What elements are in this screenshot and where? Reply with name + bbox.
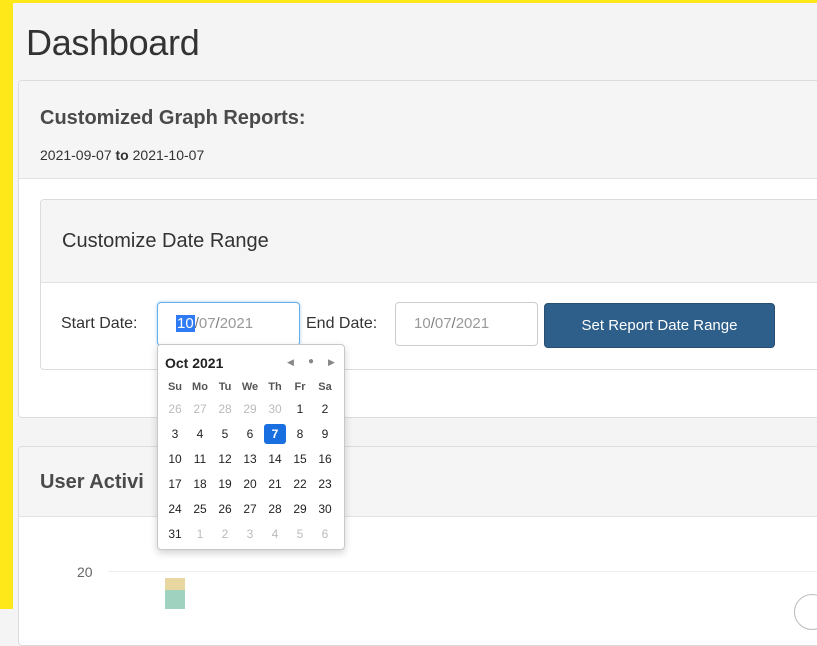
yellow-edge-top (0, 0, 817, 3)
calendar-day[interactable]: 6 (239, 424, 261, 444)
calendar-day[interactable]: 27 (239, 499, 261, 519)
calendar-day[interactable]: 21 (264, 474, 286, 494)
date-picker-calendar: Oct 2021 ◀ ● ▶ Su Mo Tu We Th Fr Sa 26 27 28 29 30… (157, 344, 345, 550)
calendar-day[interactable]: 14 (264, 449, 286, 469)
calendar-day[interactable]: 25 (189, 499, 211, 519)
start-date-input[interactable]: 10/07/2021 (157, 302, 300, 346)
chart-gridline (108, 571, 817, 572)
user-activity-title: User Activi (40, 471, 144, 493)
calendar-day[interactable]: 18 (189, 474, 211, 494)
calendar-day[interactable]: 31 (164, 524, 186, 544)
calendar-day[interactable]: 11 (189, 449, 211, 469)
end-month-segment[interactable]: 10 (414, 315, 431, 332)
start-day-segment[interactable]: 07 (199, 315, 216, 332)
calendar-day[interactable]: 3 (164, 424, 186, 444)
calendar-day[interactable]: 9 (314, 424, 336, 444)
reports-panel-title: Customized Graph Reports: (40, 107, 306, 129)
weekday-label: Tu (218, 381, 232, 393)
weekday-label: Mo (192, 381, 208, 393)
start-date-label: Start Date: (61, 315, 138, 332)
calendar-day[interactable]: 1 (289, 399, 311, 419)
user-activity-header: User Activi (19, 447, 817, 517)
report-start-date: 2021-09-07 (40, 147, 112, 163)
next-month-icon[interactable]: ▶ (328, 357, 335, 368)
calendar-weekday-row: Su Mo Tu We Th Fr Sa (164, 381, 340, 397)
calendar-day[interactable]: 19 (214, 474, 236, 494)
calendar-day[interactable]: 4 (264, 524, 286, 544)
calendar-day[interactable]: 22 (289, 474, 311, 494)
report-end-date: 2021-10-07 (132, 147, 205, 163)
calendar-day[interactable]: 6 (314, 524, 336, 544)
calendar-day[interactable]: 20 (239, 474, 261, 494)
yellow-edge-left (0, 0, 13, 609)
calendar-day[interactable]: 28 (214, 399, 236, 419)
calendar-day[interactable]: 16 (314, 449, 336, 469)
calendar-day[interactable]: 10 (164, 449, 186, 469)
chart-y-tick: 20 (77, 564, 93, 580)
weekday-label: Sa (318, 381, 332, 393)
calendar-day[interactable]: 23 (314, 474, 336, 494)
calendar-day-selected[interactable]: 7 (264, 424, 286, 444)
calendar-day[interactable]: 17 (164, 474, 186, 494)
end-year-segment[interactable]: 2021 (456, 315, 489, 332)
calendar-day[interactable]: 4 (189, 424, 211, 444)
reports-panel-header: Customized Graph Reports: 2021-09-07 to … (19, 81, 817, 179)
calendar-day[interactable]: 27 (189, 399, 211, 419)
calendar-day[interactable]: 26 (214, 499, 236, 519)
today-dot-icon[interactable]: ● (308, 356, 314, 367)
report-range-to: to (115, 147, 129, 163)
calendar-day[interactable]: 15 (289, 449, 311, 469)
calendar-day[interactable]: 24 (164, 499, 186, 519)
end-day-segment[interactable]: 07 (435, 315, 452, 332)
calendar-day[interactable]: 26 (164, 399, 186, 419)
calendar-day[interactable]: 30 (264, 399, 286, 419)
end-date-input[interactable]: 10/07/2021 (395, 302, 538, 346)
date-range-panel-header: Customize Date Range (41, 200, 817, 283)
weekday-label: We (241, 381, 259, 393)
calendar-day[interactable]: 13 (239, 449, 261, 469)
calendar-day[interactable]: 29 (239, 399, 261, 419)
calendar-day[interactable]: 8 (289, 424, 311, 444)
date-range-panel-title: Customize Date Range (62, 230, 269, 252)
calendar-day[interactable]: 30 (314, 499, 336, 519)
calendar-day[interactable]: 28 (264, 499, 286, 519)
weekday-label: Su (167, 381, 183, 393)
previous-month-icon[interactable]: ◀ (287, 357, 294, 368)
chart-bar-segment-bottom (165, 590, 185, 609)
end-date-label: End Date: (306, 315, 378, 332)
calendar-day[interactable]: 29 (289, 499, 311, 519)
calendar-day[interactable]: 1 (189, 524, 211, 544)
calendar-day[interactable]: 3 (239, 524, 261, 544)
calendar-day[interactable]: 12 (214, 449, 236, 469)
calendar-day[interactable]: 5 (289, 524, 311, 544)
chart-bar-segment-top (165, 578, 185, 590)
set-report-date-range-button[interactable]: Set Report Date Range (544, 303, 775, 348)
start-year-segment[interactable]: 2021 (220, 315, 253, 332)
weekday-label: Th (268, 381, 282, 393)
start-month-segment[interactable]: 10 (176, 315, 195, 332)
weekday-label: Fr (294, 381, 306, 393)
report-range-text: 2021-09-07 to 2021-10-07 (40, 147, 204, 163)
user-activity-panel: User Activi (18, 446, 817, 646)
calendar-day[interactable]: 2 (314, 399, 336, 419)
page-title: Dashboard (26, 22, 200, 63)
calendar-month-label: Oct 2021 (165, 355, 224, 371)
calendar-day[interactable]: 2 (214, 524, 236, 544)
calendar-day[interactable]: 5 (214, 424, 236, 444)
